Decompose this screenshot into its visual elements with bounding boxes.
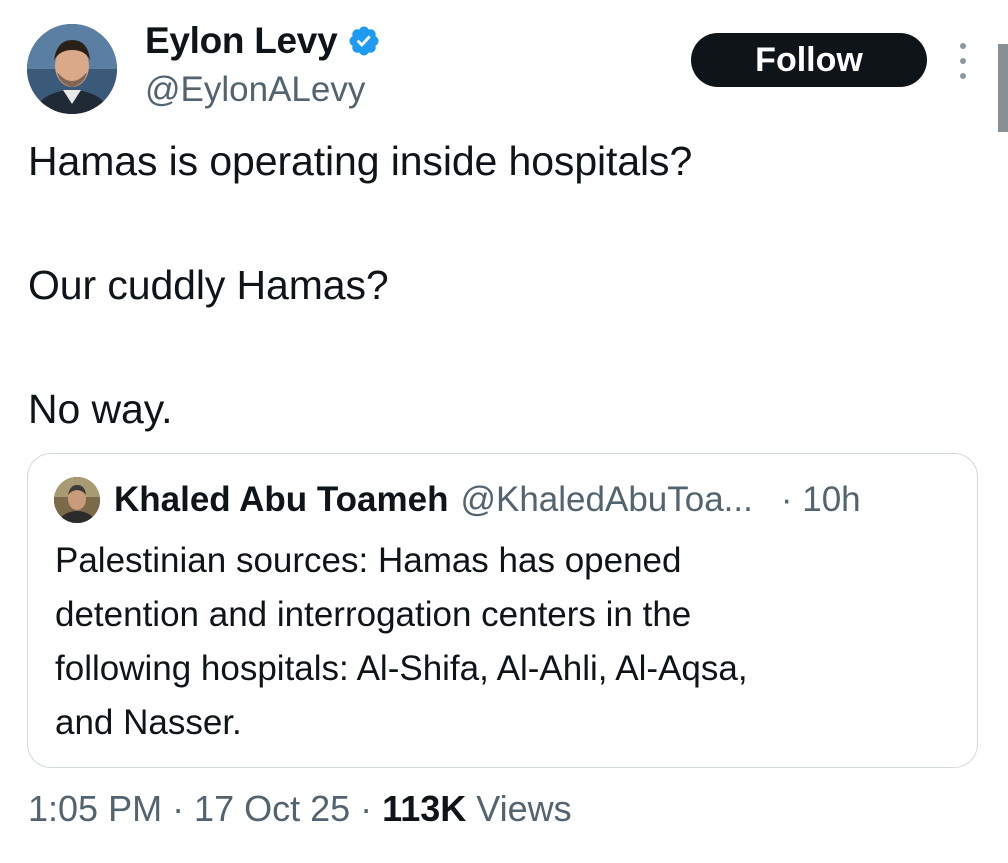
quoted-text-line: following hospitals: Al-Shifa, Al-Ahli, …	[55, 649, 748, 688]
author-handle[interactable]: @EylonALevy	[145, 70, 365, 110]
more-dot	[960, 43, 966, 49]
quoted-tweet-time[interactable]: · 10h	[781, 480, 861, 520]
tweet-text-line: Hamas is operating inside hospitals?	[28, 138, 693, 184]
more-dot	[960, 58, 966, 64]
follow-button[interactable]: Follow	[691, 33, 927, 87]
tweet-text-line: Our cuddly Hamas?	[28, 262, 389, 308]
more-dot	[960, 73, 966, 79]
quoted-tweet-header: Khaled Abu Toameh @KhaledAbuToa... · 10h	[54, 476, 861, 524]
tweet-timestamp[interactable]: 1:05 PM · 17 Oct 25 ·	[28, 788, 382, 829]
tweet-detail-view: Eylon Levy @EylonALevy Follow Hamas is o…	[0, 0, 1008, 863]
scrollbar-thumb[interactable]	[998, 44, 1008, 132]
quoted-tweet-text: Palestinian sources: Hamas has opened de…	[55, 534, 955, 750]
views-count[interactable]: 113K	[382, 788, 466, 829]
author-avatar[interactable]	[27, 24, 117, 114]
more-vertical-icon[interactable]	[955, 43, 971, 79]
tweet-meta: 1:05 PM · 17 Oct 25 · 113K Views	[28, 788, 572, 830]
quoted-author-name[interactable]: Khaled Abu Toameh	[114, 480, 448, 520]
quoted-text-line: Palestinian sources: Hamas has opened	[55, 541, 682, 580]
quoted-tweet-card[interactable]: Khaled Abu Toameh @KhaledAbuToa... · 10h…	[27, 453, 978, 768]
author-display-name[interactable]: Eylon Levy	[145, 20, 338, 62]
tweet-text-line: No way.	[28, 386, 173, 432]
views-label: Views	[466, 788, 572, 829]
quoted-author-handle[interactable]: @KhaledAbuToa...	[460, 480, 752, 520]
quoted-text-line: detention and interrogation centers in t…	[55, 595, 692, 634]
quoted-text-line: and Nasser.	[55, 703, 242, 742]
verified-badge-icon	[347, 24, 381, 58]
quoted-author-avatar[interactable]	[54, 477, 100, 523]
author-name-row: Eylon Levy	[145, 18, 381, 64]
